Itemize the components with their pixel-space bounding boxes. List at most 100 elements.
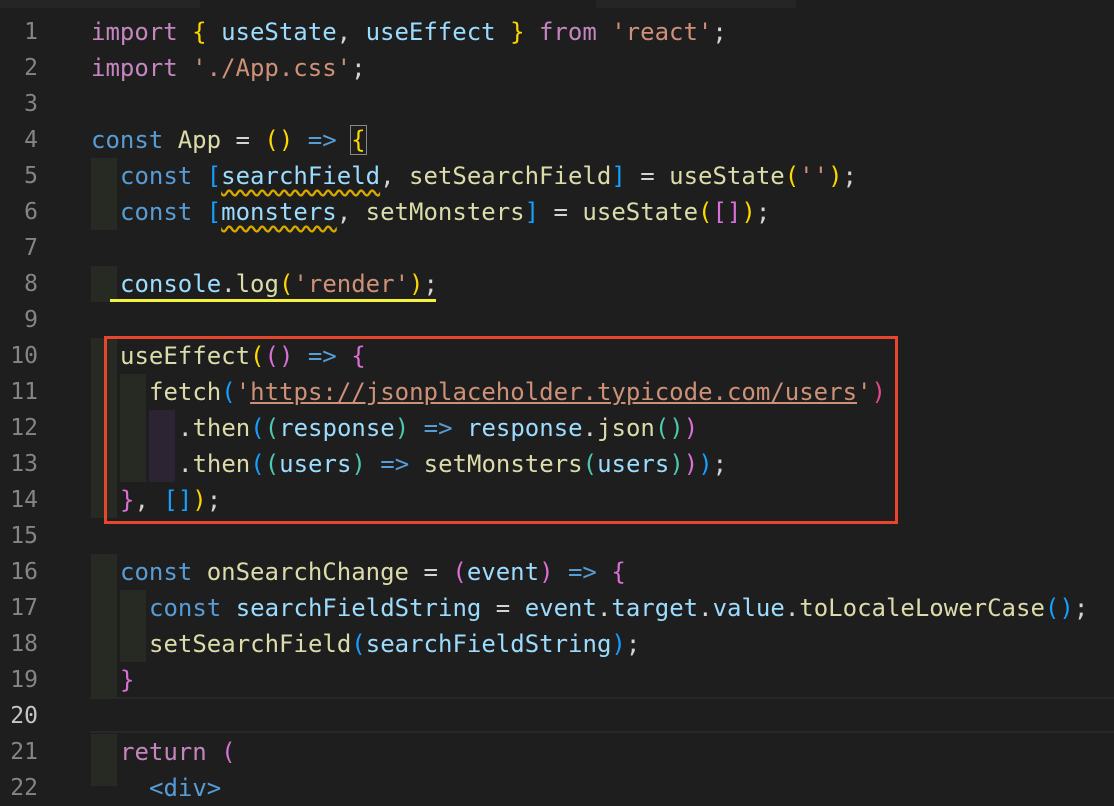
line-number: 10 [10,343,38,369]
code-line-2[interactable]: import './App.css'; [91,50,366,86]
token: ] [524,198,540,226]
line-number: 11 [10,379,38,405]
token: setMonsters [365,198,525,226]
indent-guide [91,734,117,786]
token: ) [409,270,424,298]
token: . [784,594,800,622]
code-line-16[interactable]: const onSearchChange = (event) => { [120,554,626,590]
token: { [350,125,367,155]
code-line-17[interactable]: const searchFieldString = event.target.v… [149,590,1088,626]
token: ( [221,738,236,766]
code-line-22[interactable]: <div> [149,770,221,806]
annotation-highlight-box [104,336,898,524]
token: return [120,738,207,766]
token: './App.css' [192,54,352,82]
code-line-6[interactable]: const [monsters, setMonsters] = useState… [120,194,770,230]
token: <div> [149,774,222,802]
token: ; [712,18,727,46]
code-line-4[interactable]: const App = () => { [91,122,367,158]
token: ; [423,270,438,298]
tab-strip-segment [596,0,796,8]
token: ( [1044,594,1060,622]
line-number: 8 [24,271,38,297]
token: ; [842,162,857,190]
token: [ [206,198,222,226]
line-number: 17 [10,595,38,621]
token: const [120,198,193,226]
token: '' [799,162,829,190]
line-number: 21 [10,739,38,765]
token: ( [698,198,713,226]
indent-guide [91,266,117,302]
token: ( [351,630,366,658]
tab-strip [0,0,1114,8]
token: toLocaleLowerCase [799,594,1045,622]
token: ( [264,126,279,154]
token: = [481,594,525,622]
line-number: 7 [24,235,38,261]
token: ) [611,630,626,658]
token: 'render' [293,270,410,298]
line-number: 5 [24,163,38,189]
token: useState [221,18,337,46]
token: target [611,594,699,622]
token: onSearchChange [206,558,409,586]
indent-guide [91,554,117,698]
code-line-21[interactable]: return ( [120,734,236,770]
token: useState [582,198,699,226]
line-number: 15 [10,523,38,549]
token: setSearchField [409,162,612,190]
token: setSearchField [149,630,352,658]
token: import [91,54,178,82]
token: = [221,126,265,154]
token: const [91,126,164,154]
line-number: 14 [10,487,38,513]
token: . [698,594,713,622]
token: event [466,558,540,586]
token: ( [452,558,467,586]
code-line-1[interactable]: import { useState, useEffect } from 'rea… [91,14,727,50]
token: = [539,198,583,226]
token: . [596,594,612,622]
code-line-5[interactable]: const [searchField, setSearchField] = us… [120,158,857,194]
line-number-active: 20 [10,703,38,729]
line-number: 16 [10,559,38,585]
token: const [120,162,193,190]
token: ) [741,198,756,226]
token: useEffect [365,18,496,46]
token: ; [351,54,366,82]
line-number: 18 [10,631,38,657]
token: { [192,18,207,46]
code-line-19[interactable]: } [120,662,134,698]
token: , [380,162,410,190]
token: { [611,558,626,586]
line-number: 3 [24,91,38,117]
code-line-18[interactable]: setSearchField(searchFieldString); [149,626,640,662]
token: event [524,594,597,622]
token: ) [1059,594,1074,622]
line-number: 12 [10,415,38,441]
line-number-gutter: 1 2 3 4 5 6 7 8 9 10 11 12 13 14 15 16 1… [0,0,68,801]
token: value [712,594,785,622]
token: searchFieldString [235,594,482,622]
token: console [120,270,222,298]
token: from [538,18,597,46]
token: ] [611,162,626,190]
line-number: 1 [24,19,38,45]
token: import [91,18,178,46]
current-line-highlight [90,697,1114,733]
line-number: 6 [24,199,38,225]
token: App [177,126,222,154]
token: => [553,558,612,586]
token: } [510,18,525,46]
code-line-8[interactable]: console.log('render'); [120,266,438,302]
token: searchField [221,162,381,190]
token: 'react' [611,18,713,46]
